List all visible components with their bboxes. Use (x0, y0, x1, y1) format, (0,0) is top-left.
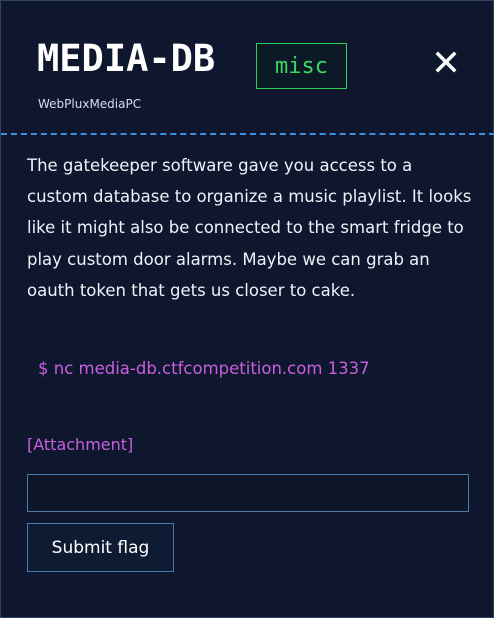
flag-input[interactable] (27, 474, 469, 512)
close-button[interactable] (431, 47, 461, 77)
challenge-description: The gatekeeper software gave you access … (27, 156, 472, 300)
challenge-title: MEDIA-DB (37, 37, 216, 80)
divider (1, 133, 494, 135)
close-icon (435, 51, 457, 73)
attachment-link[interactable]: [Attachment] (27, 435, 133, 454)
challenge-author: WebPluxMediaPC (38, 97, 142, 111)
submit-flag-button[interactable]: Submit flag (27, 523, 174, 572)
challenge-modal: MEDIA-DB misc WebPluxMediaPC The gatekee… (0, 0, 494, 618)
connection-command: $ nc media-db.ctfcompetition.com 1337 (38, 359, 370, 378)
category-badge: misc (256, 43, 347, 89)
